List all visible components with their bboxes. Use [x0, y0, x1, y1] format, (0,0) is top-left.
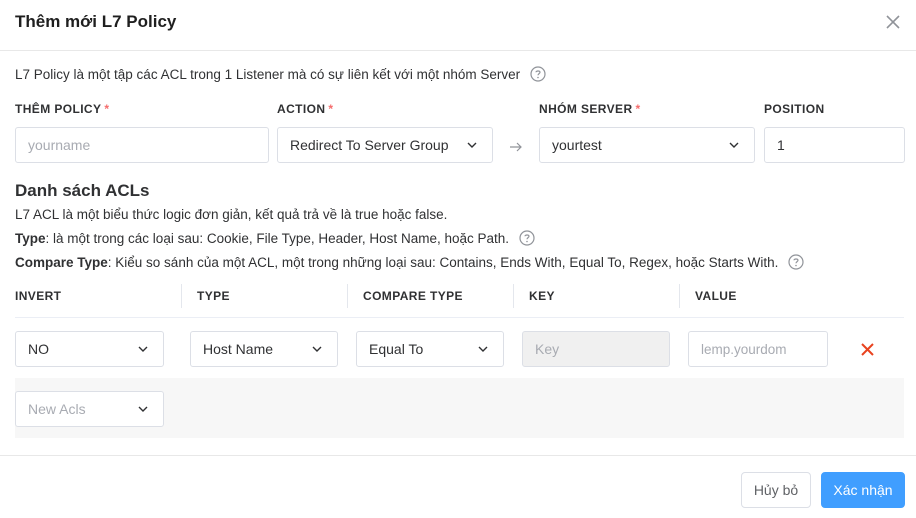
acls-description: L7 ACL là một biểu thức logic đơn giản, …: [15, 207, 448, 222]
close-icon[interactable]: [884, 13, 902, 31]
compare-type-description-line: Compare Type: Kiểu so sánh của một ACL, …: [15, 254, 804, 271]
column-divider: [679, 284, 680, 308]
policy-name-label: THÊM POLICY *: [15, 102, 110, 116]
policy-name-input[interactable]: yourname: [15, 127, 269, 163]
dialog-title: Thêm mới L7 Policy: [15, 12, 177, 31]
confirm-button[interactable]: Xác nhận: [821, 472, 905, 508]
invert-value: NO: [28, 341, 49, 357]
chevron-down-icon: [138, 346, 148, 352]
column-header-key: KEY: [529, 289, 555, 303]
compare-type-value: Equal To: [369, 341, 424, 357]
compare-type-term: Compare Type: [15, 255, 108, 270]
column-header-invert: INVERT: [15, 289, 62, 303]
invert-select[interactable]: NO: [15, 331, 164, 367]
arrow-right-icon: [510, 142, 522, 152]
value-placeholder: lemp.yourdom: [701, 341, 787, 357]
cancel-button[interactable]: Hủy bỏ: [741, 472, 811, 508]
key-placeholder: Key: [535, 341, 560, 357]
intro-text: L7 Policy là một tập các ACL trong 1 Lis…: [15, 67, 521, 82]
help-icon[interactable]: [530, 66, 546, 83]
type-description: : là một trong các loại sau: Cookie, Fil…: [45, 231, 509, 246]
chevron-down-icon: [729, 142, 739, 148]
required-mark: *: [104, 102, 110, 116]
chevron-down-icon: [478, 346, 488, 352]
compare-type-description: : Kiểu so sánh của một ACL, một trong nh…: [107, 255, 779, 270]
column-divider: [347, 284, 348, 308]
help-icon[interactable]: [788, 254, 804, 271]
key-input: Key: [522, 331, 670, 367]
table-header-divider: [15, 317, 904, 318]
intro-text-line: L7 Policy là một tập các ACL trong 1 Lis…: [15, 66, 546, 83]
position-label: POSITION: [764, 102, 825, 116]
column-header-type: TYPE: [197, 289, 230, 303]
chevron-down-icon: [312, 346, 322, 352]
column-header-compare-type: COMPARE TYPE: [363, 289, 463, 303]
value-input[interactable]: lemp.yourdom: [688, 331, 828, 367]
type-term: Type: [15, 231, 46, 246]
new-acls-select[interactable]: New Acls: [15, 391, 164, 427]
delete-icon[interactable]: [860, 342, 875, 357]
action-value: Redirect To Server Group: [290, 137, 449, 153]
required-mark: *: [328, 102, 334, 116]
new-acls-placeholder: New Acls: [28, 401, 86, 417]
action-select[interactable]: Redirect To Server Group: [277, 127, 493, 163]
acls-section-title: Danh sách ACLs: [15, 181, 150, 200]
type-select[interactable]: Host Name: [190, 331, 338, 367]
chevron-down-icon: [138, 406, 148, 412]
compare-type-select[interactable]: Equal To: [356, 331, 504, 367]
position-input[interactable]: 1: [764, 127, 905, 163]
type-value: Host Name: [203, 341, 274, 357]
chevron-down-icon: [467, 142, 477, 148]
server-group-select[interactable]: yourtest: [539, 127, 755, 163]
type-description-line: Type: là một trong các loại sau: Cookie,…: [15, 230, 535, 247]
column-divider: [513, 284, 514, 308]
server-group-label: NHÓM SERVER *: [539, 102, 641, 116]
action-label: ACTION *: [277, 102, 334, 116]
help-icon[interactable]: [519, 230, 535, 247]
column-divider: [181, 284, 182, 308]
footer-divider: [0, 455, 916, 456]
column-header-value: VALUE: [695, 289, 737, 303]
required-mark: *: [635, 102, 641, 116]
dialog-header: Thêm mới L7 Policy: [0, 0, 916, 51]
position-value: 1: [777, 137, 785, 153]
server-group-value: yourtest: [552, 137, 602, 153]
policy-name-placeholder: yourname: [28, 137, 91, 153]
